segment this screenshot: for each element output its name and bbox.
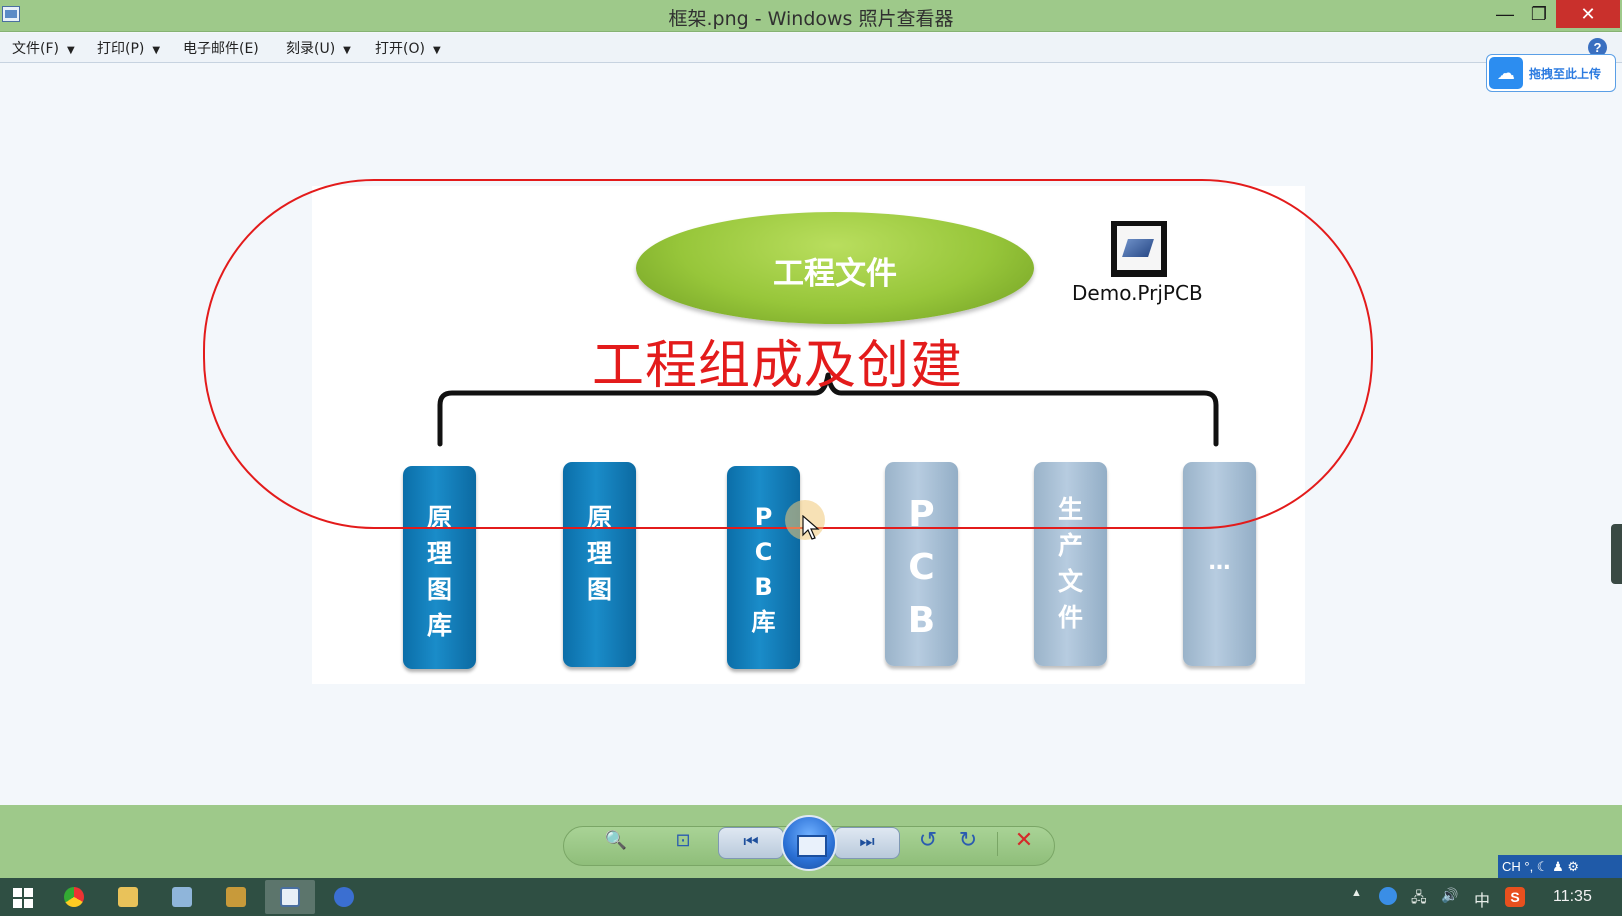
taskbar-photo-viewer[interactable]	[265, 880, 315, 914]
zoom-icon[interactable]: 🔍	[598, 828, 634, 852]
rotate-counterclockwise-icon[interactable]: ↺	[914, 828, 942, 852]
taskbar-app-3[interactable]	[157, 880, 207, 914]
folder-icon	[118, 887, 138, 907]
wps-icon	[334, 887, 354, 907]
delete-icon[interactable]: ✕	[1010, 828, 1038, 852]
red-annotation-outline	[203, 179, 1373, 529]
taskbar-app-4[interactable]	[211, 880, 261, 914]
previous-button[interactable]: ⏮	[718, 827, 784, 859]
tray-app-icon[interactable]	[1379, 887, 1397, 905]
ime-language-indicator[interactable]: 中	[1474, 887, 1490, 911]
taskbar-chrome[interactable]	[49, 880, 99, 914]
ime-toolbar[interactable]: CH °, ☾ ♟ ⚙	[1498, 855, 1622, 878]
taskbar-explorer[interactable]	[103, 880, 153, 914]
app-icon	[226, 887, 246, 907]
taskbar-clock[interactable]: 11:35	[1553, 888, 1592, 906]
previous-icon: ⏮	[743, 832, 759, 851]
taskbar-wps[interactable]	[319, 880, 369, 914]
sogou-input-icon[interactable]: S	[1505, 887, 1525, 907]
annotation-title: 工程组成及创建	[592, 336, 964, 396]
windows-start-icon[interactable]	[12, 887, 34, 909]
network-icon[interactable]: 🖧	[1411, 887, 1427, 911]
photo-viewer-window: 框架.png - Windows 照片查看器 — ❐ ✕ 文件(F) ▼ 打印(P…	[0, 0, 1622, 916]
fit-window-icon[interactable]: ⊡	[668, 828, 698, 852]
tray-expand-icon[interactable]: ▲	[1351, 887, 1362, 899]
next-button[interactable]: ⏭	[834, 827, 900, 859]
chrome-icon	[64, 887, 84, 907]
volume-icon[interactable]: 🔊	[1441, 887, 1458, 904]
next-icon: ⏭	[859, 832, 875, 851]
photo-viewer-icon	[280, 887, 300, 907]
controls-divider	[997, 832, 998, 856]
side-scroll-handle[interactable]	[1611, 524, 1622, 584]
slideshow-button[interactable]	[781, 815, 837, 871]
rotate-clockwise-icon[interactable]: ↻	[954, 828, 982, 852]
mouse-cursor-icon	[802, 515, 820, 540]
app-icon	[172, 887, 192, 907]
